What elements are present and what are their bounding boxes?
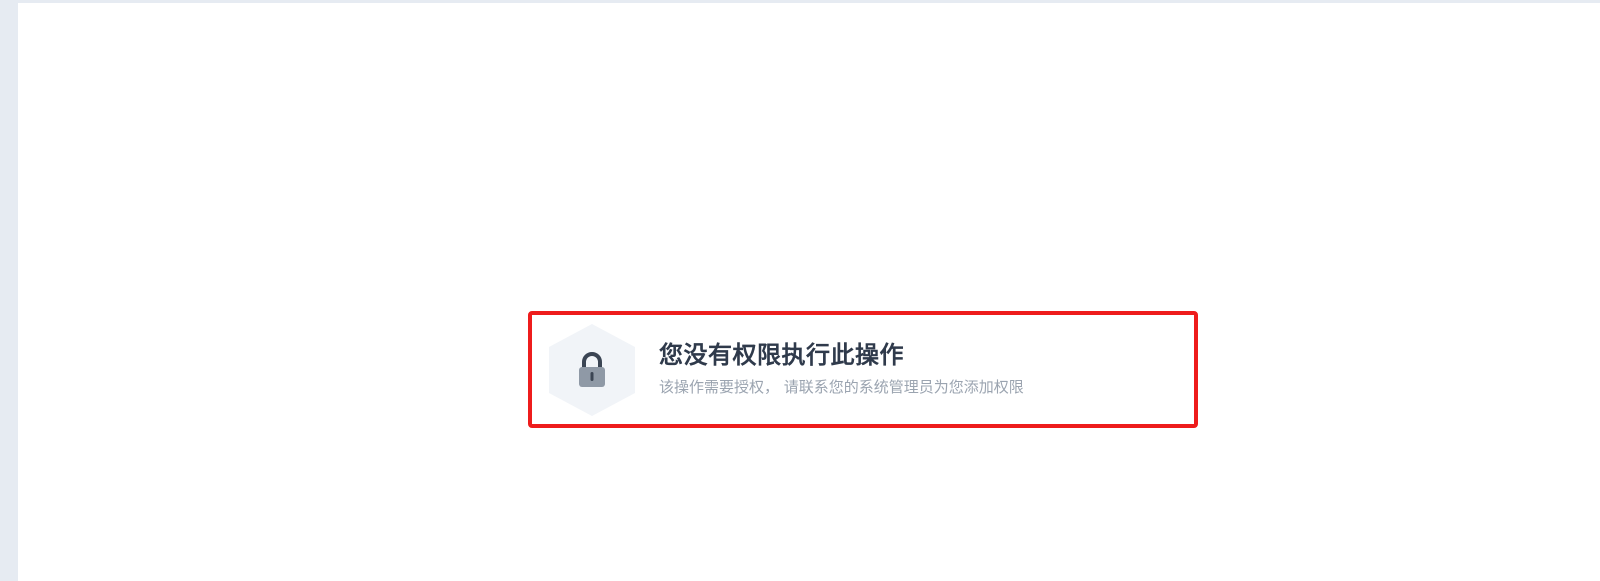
content-panel bbox=[18, 3, 1600, 581]
lock-icon bbox=[579, 352, 605, 387]
permission-denied-notice: 您没有权限执行此操作 该操作需要授权， 请联系您的系统管理员为您添加权限 bbox=[549, 324, 1169, 416]
notice-description: 该操作需要授权， 请联系您的系统管理员为您添加权限 bbox=[659, 378, 1024, 396]
notice-title: 您没有权限执行此操作 bbox=[659, 341, 904, 369]
